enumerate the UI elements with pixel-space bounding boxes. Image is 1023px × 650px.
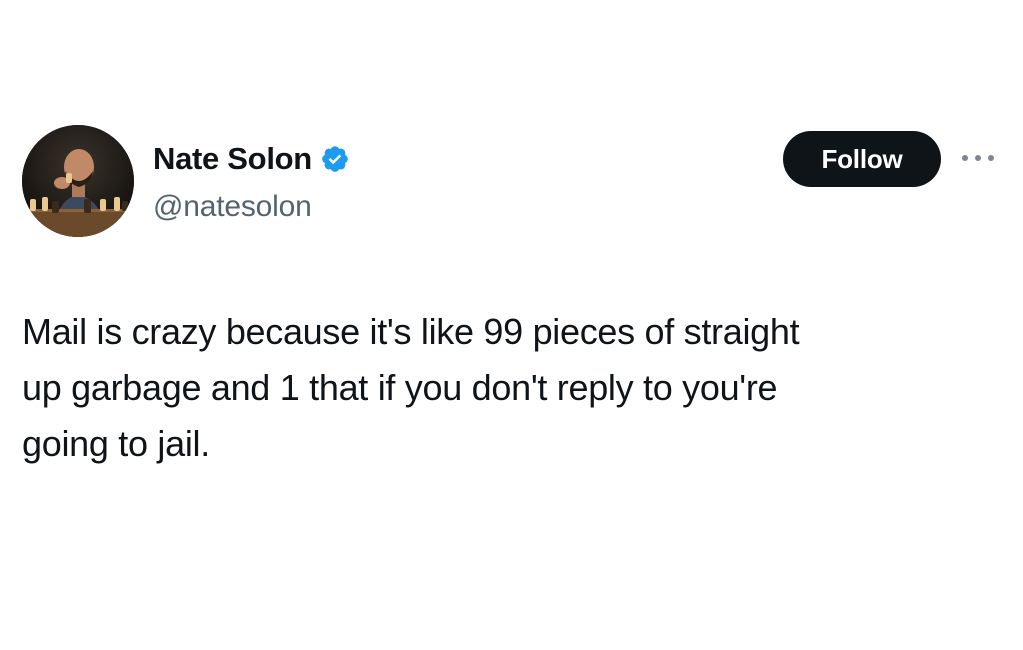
avatar-image [22,125,134,237]
ellipsis-icon[interactable] [962,150,994,166]
follow-button[interactable]: Follow [783,131,941,187]
ellipsis-dot [975,155,981,161]
author-display-name[interactable]: Nate Solon [153,139,312,179]
tweet-card: Nate Solon @natesolon Follow Mail is cra… [0,0,1023,650]
avatar[interactable] [22,125,134,237]
author-handle[interactable]: @natesolon [153,188,312,226]
ellipsis-dot [988,155,994,161]
author-name-row: Nate Solon [153,139,350,179]
ellipsis-dot [962,155,968,161]
tweet-text: Mail is crazy because it's like 99 piece… [22,311,800,464]
verified-badge-icon[interactable] [320,144,350,174]
